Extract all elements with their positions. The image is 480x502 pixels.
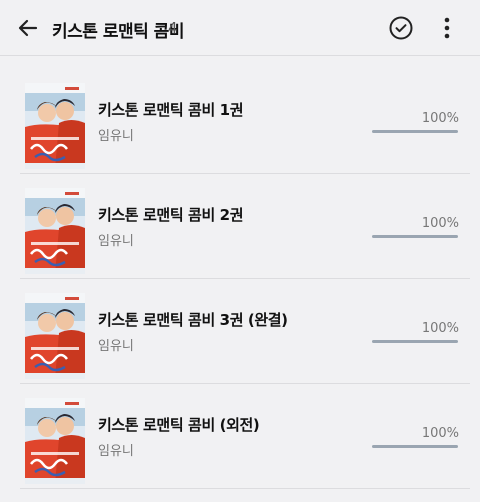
book-title: 키스톤 로맨틱 콤비 1권 [98,101,244,119]
item-count: 4 [168,19,178,37]
list-item[interactable]: 키스톤 로맨틱 콤비 (외전) 임유니 100% [20,385,470,489]
progress-label: 100% [421,321,459,336]
progress-label: 100% [421,111,459,126]
progress-bar-fill [372,340,458,343]
progress-bar-fill [372,130,458,133]
progress-label: 100% [421,216,459,231]
progress-bar [372,130,458,133]
book-cover [25,398,85,484]
book-title: 키스톤 로맨틱 콤비 2권 [98,206,244,224]
page-title: 키스톤 로맨틱 콤비 [52,22,184,42]
book-author: 임유니 [98,234,134,249]
book-title: 키스톤 로맨틱 콤비 (외전) [98,416,260,434]
book-title: 키스톤 로맨틱 콤비 3권 (완결) [98,311,288,329]
progress-bar [372,340,458,343]
book-author: 임유니 [98,339,134,354]
book-cover [25,293,85,379]
progress-bar-fill [372,235,458,238]
progress-bar-fill [372,445,458,448]
check-circle-icon [389,16,413,40]
progress-label: 100% [421,426,459,441]
list-item[interactable]: 키스톤 로맨틱 콤비 3권 (완결) 임유니 100% [20,280,470,384]
progress-bar [372,445,458,448]
book-cover [25,188,85,274]
list-item[interactable]: 키스톤 로맨틱 콤비 1권 임유니 100% [20,70,470,174]
more-options-button[interactable] [434,13,460,43]
list-item[interactable]: 키스톤 로맨틱 콤비 2권 임유니 100% [20,175,470,279]
app-bar: 키스톤 로맨틱 콤비 4 [0,0,480,56]
arrow-left-icon [18,19,38,37]
book-author: 임유니 [98,444,134,459]
back-button[interactable] [12,12,44,44]
more-vertical-icon [444,17,450,39]
progress-bar [372,235,458,238]
select-button[interactable] [386,13,416,43]
book-author: 임유니 [98,129,134,144]
book-cover [25,83,85,169]
